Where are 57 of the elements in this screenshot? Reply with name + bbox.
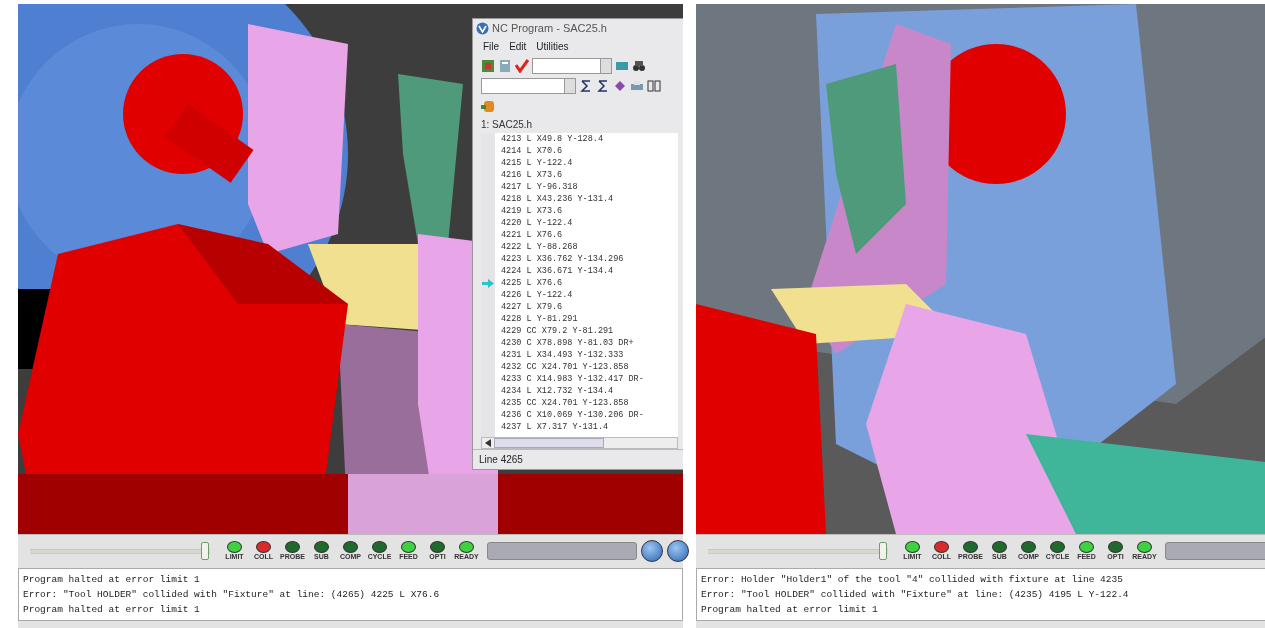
- slider-thumb[interactable]: [878, 541, 887, 560]
- log-message: Error: "Tool HOLDER" collided with "Fixture" at line: (4265) 4225 L X76.6: [23, 588, 441, 602]
- chip-icon: [481, 59, 495, 73]
- combo-box[interactable]: [481, 78, 576, 94]
- status-text: Line 4265: [473, 449, 683, 469]
- log-message: Program halted at error limit 1: [23, 573, 201, 587]
- code-line[interactable]: 4220 L Y-122.4: [501, 218, 573, 228]
- log-message: Error: "Tool HOLDER" collided with "Fixture" at line: (4235) 4195 L Y-122.4: [701, 588, 1130, 602]
- code-line[interactable]: 4234 L X12.732 Y-134.4: [501, 386, 614, 396]
- menu-item[interactable]: File: [483, 39, 500, 54]
- columns-icon: [647, 79, 661, 93]
- logo-icon: [476, 21, 489, 35]
- window-title: NC Program - SAC25.h: [492, 20, 607, 36]
- code-line[interactable]: 4216 L X73.6: [501, 170, 563, 180]
- scroll-left-arrow-icon[interactable]: [485, 439, 491, 447]
- code-line[interactable]: 4226 L Y-122.4: [501, 290, 573, 300]
- code-line[interactable]: 4237 L X7.317 Y-131.4: [501, 422, 609, 432]
- code-line[interactable]: 4228 L Y-81.291: [501, 314, 578, 324]
- log-message: Program halted at error limit 1: [23, 603, 201, 617]
- up-button[interactable]: [641, 539, 663, 562]
- code-line[interactable]: 4214 L X70.6: [501, 146, 563, 156]
- code-line[interactable]: 4213 L X49.8 Y-128.4: [501, 134, 604, 144]
- code-line[interactable]: 4217 L Y-96.318: [501, 182, 578, 192]
- menu-item[interactable]: Edit: [509, 39, 527, 54]
- cylinder-icon: [481, 99, 495, 113]
- nav-button[interactable]: [667, 539, 689, 562]
- page-icon: [498, 59, 512, 73]
- printer-icon: [630, 79, 644, 93]
- log-message: Program halted at error limit 1: [701, 603, 879, 617]
- code-line[interactable]: 4221 L X76.6: [501, 230, 563, 240]
- code-line[interactable]: 4233 C X14.983 Y-132.417 DR-: [501, 374, 644, 384]
- log-message: Error: Holder "Holder1" of the tool "4" collided with fixture at line 4235: [701, 573, 1124, 587]
- code-line[interactable]: 4225 L X76.6: [501, 278, 563, 288]
- code-line[interactable]: 4222 L Y-88.268: [501, 242, 578, 252]
- combo-box[interactable]: [532, 58, 612, 74]
- window-icon: [615, 59, 629, 73]
- code-line[interactable]: 4235 CC X24.701 Y-123.858: [501, 398, 629, 408]
- sigma-icon: [596, 79, 610, 93]
- code-line[interactable]: 4227 L X79.6: [501, 302, 563, 312]
- code-line[interactable]: 4219 L X73.6: [501, 206, 563, 216]
- code-line[interactable]: 4224 L X36.671 Y-134.4: [501, 266, 614, 276]
- code-line[interactable]: 4215 L Y-122.4: [501, 158, 573, 168]
- code-line[interactable]: 4231 L X34.493 Y-132.333: [501, 350, 624, 360]
- binoculars-icon: [632, 59, 646, 73]
- code-line[interactable]: 4229 CC X79.2 Y-81.291: [501, 326, 614, 336]
- check-icon: [515, 59, 529, 73]
- code-line[interactable]: 4232 CC X24.701 Y-123.858: [501, 362, 629, 372]
- sigma-icon: [579, 79, 593, 93]
- gem-icon: [613, 79, 627, 93]
- code-line[interactable]: 4218 L X43.236 Y-131.4: [501, 194, 614, 204]
- code-line[interactable]: 4230 C X78.898 Y-81.03 DR+: [501, 338, 634, 348]
- code-line[interactable]: 4223 L X36.762 Y-134.296: [501, 254, 624, 264]
- file-tab[interactable]: 1: SAC25.h: [473, 116, 683, 133]
- menu-item[interactable]: Utilities: [536, 39, 569, 54]
- horizontal-scrollbar[interactable]: [481, 437, 678, 449]
- slider-thumb[interactable]: [200, 541, 209, 560]
- code-line[interactable]: 4236 C X10.069 Y-130.206 DR-: [501, 410, 644, 420]
